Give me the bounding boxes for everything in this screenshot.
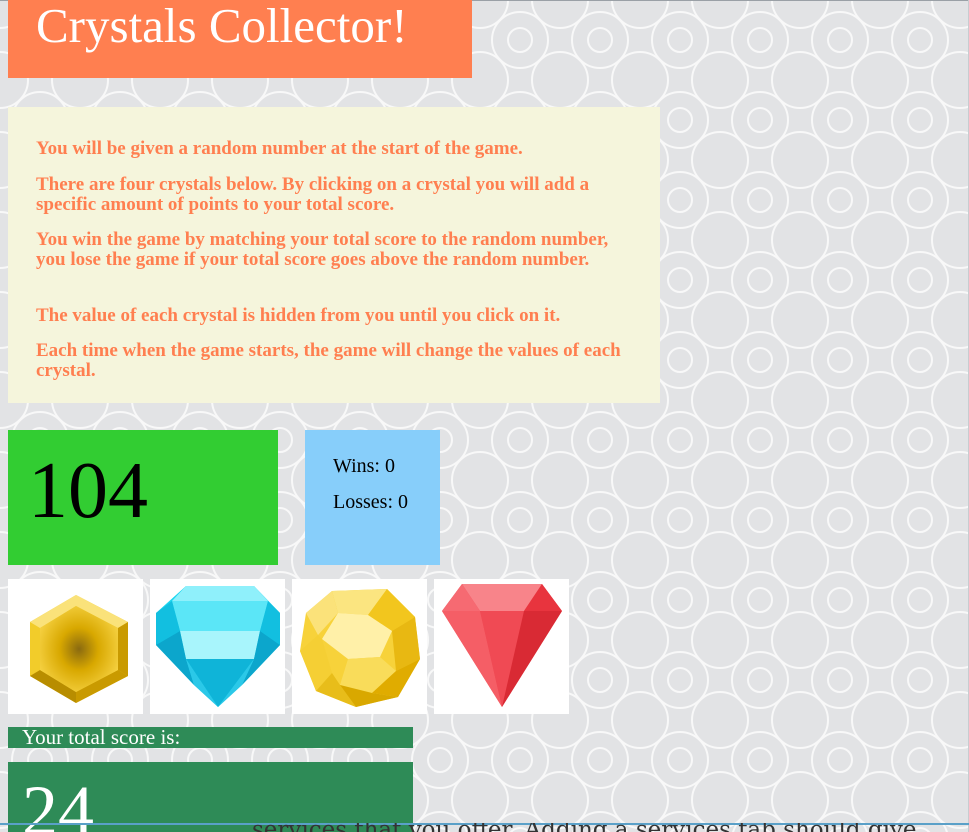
- crystal-button-1[interactable]: [8, 579, 143, 714]
- instruction-item: Each time when the game starts, the game…: [36, 340, 621, 381]
- score-label-box: Your total score is:: [8, 725, 413, 749]
- total-score-box: 24: [8, 762, 413, 832]
- red-triangle-crystal-icon: [442, 584, 562, 707]
- instruction-item: You win the game by matching your total …: [36, 229, 609, 270]
- target-number: 104: [28, 447, 148, 535]
- crystal-button-4[interactable]: [434, 579, 569, 714]
- page-title: Crystals Collector!: [36, 0, 408, 53]
- wins-counter: Wins: 0: [333, 455, 395, 477]
- stats-box: Wins: 0 Losses: 0: [305, 430, 440, 565]
- instruction-item: You will be given a random number at the…: [36, 138, 523, 159]
- bottom-overflow-strip: services that you offer. Adding a servic…: [0, 823, 969, 832]
- overflow-text: services that you offer. Adding a servic…: [252, 823, 969, 832]
- instruction-item: The value of each crystal is hidden from…: [36, 305, 561, 326]
- target-number-box: 104: [8, 430, 278, 565]
- yellow-hexagon-crystal-icon: [30, 595, 128, 703]
- instructions-panel: You will be given a random number at the…: [8, 107, 660, 403]
- yellow-round-crystal-icon: [300, 589, 420, 707]
- instruction-item: There are four crystals below. By clicki…: [36, 174, 590, 215]
- score-label: Your total score is:: [22, 725, 181, 749]
- title-banner: Crystals Collector!: [8, 0, 472, 78]
- crystal-button-3[interactable]: [292, 579, 427, 714]
- losses-counter: Losses: 0: [333, 491, 408, 513]
- cyan-diamond-crystal-icon: [156, 586, 280, 707]
- crystal-button-2[interactable]: [150, 579, 285, 714]
